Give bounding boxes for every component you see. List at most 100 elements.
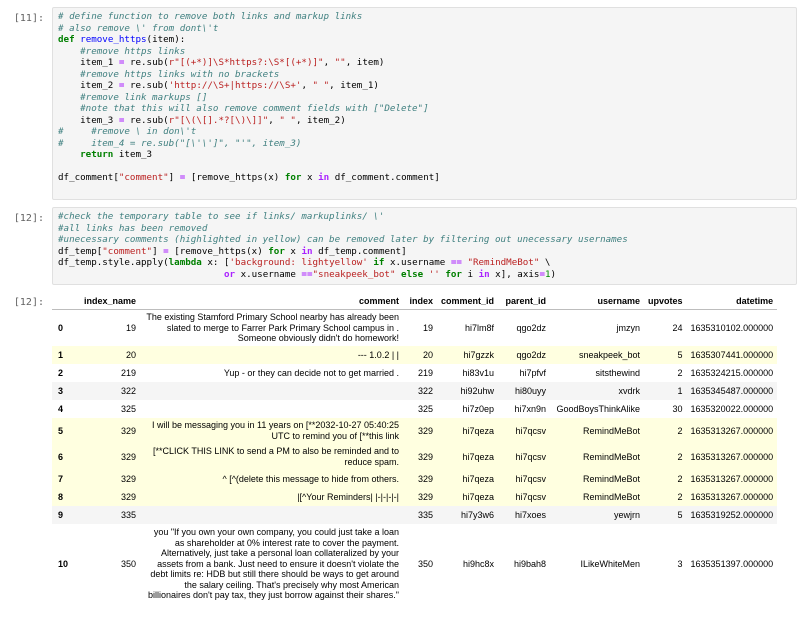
- code-line: # #remove \ in don\'t: [58, 126, 197, 137]
- cell-parent-id: hi7qcsv: [498, 418, 551, 444]
- cell-upvotes: 2: [644, 488, 687, 506]
- cell-parent-id: hi7xoes: [498, 506, 551, 524]
- column-header: index_name: [74, 293, 140, 310]
- row-index: 2: [58, 368, 64, 378]
- table-row: 7 329 ^ [^(delete this message to hide fro…: [52, 470, 778, 488]
- code-line: item_1 = re.sub(r"[(+*)]\S*https?:\S*[(+…: [58, 57, 385, 68]
- row-index: 1: [52, 346, 74, 364]
- cell-comment: I will be messaging you in 11 years on […: [140, 418, 403, 444]
- row-index: 7: [52, 470, 74, 488]
- cell-comment: |[^Your Reminders| |-|-|-|-|: [140, 488, 403, 506]
- cell-datetime: 1635319252.000000: [686, 506, 778, 524]
- cell-index: 20: [403, 346, 437, 364]
- cell-parent-id: hi7qcsv: [498, 470, 551, 488]
- cell-datetime: 1635307441.000000: [686, 346, 778, 364]
- cell-datetime: 1635313267.000000: [686, 444, 778, 470]
- column-header: comment_id: [437, 293, 499, 310]
- code-cell-11[interactable]: # define function to remove both links a…: [52, 7, 797, 200]
- cell-index: 329: [403, 418, 437, 444]
- cell-comment: [140, 382, 403, 400]
- cell-datetime: 1635351397.000000: [690, 559, 774, 569]
- cell-parent-id: hi7qcsv: [498, 488, 551, 506]
- cell-username: RemindMeBot: [550, 444, 645, 470]
- cell-prompt-11: [11]:: [13, 13, 44, 24]
- cell-index: 329: [403, 470, 437, 488]
- code-line: #unecessary comments (highlighted in yel…: [58, 234, 628, 245]
- cell-comment-id: hi7z0ep: [462, 404, 495, 414]
- cell-index-name: 329: [74, 470, 140, 488]
- code-line: #note that this will also remove comment…: [58, 103, 429, 114]
- cell-upvotes: 2: [644, 470, 687, 488]
- cell-upvotes: 1: [644, 382, 687, 400]
- code-line: #all links has been removed: [58, 222, 208, 234]
- cell-upvotes: 3: [677, 559, 683, 569]
- cell-index: 219: [417, 368, 433, 378]
- cell-prompt-12: [12]:: [13, 213, 44, 224]
- code-line: df_temp.style.apply(lambda x: ['backgrou…: [58, 257, 551, 268]
- cell-username: GoodBoysThinkAlike: [556, 404, 641, 414]
- cell-comment-id: hi83v1u: [462, 368, 495, 378]
- cell-parent-id: hi7qcsv: [498, 444, 551, 470]
- code-line: def remove_https(item):: [58, 34, 186, 45]
- cell-parent-id: hi7xn9n: [514, 404, 547, 414]
- code-line: df_comment["comment"] = [remove_https(x)…: [58, 172, 440, 183]
- row-index: 6: [52, 444, 74, 470]
- cell-index-name: 335: [74, 506, 140, 524]
- table-row: 8 329 |[^Your Reminders| |-|-|-|-| 329 hi7qe…: [52, 488, 778, 506]
- cell-username: RemindMeBot: [550, 418, 645, 444]
- cell-datetime: 1635345487.000000: [686, 382, 778, 400]
- cell-comment-id: hi7gzzk: [437, 346, 499, 364]
- cell-username: ILikeWhiteMen: [580, 559, 641, 569]
- row-index: 9: [52, 506, 74, 524]
- row-index: 8: [52, 488, 74, 506]
- cell-datetime: 1635324215.000000: [690, 368, 774, 378]
- code-line: return item_3: [80, 149, 153, 160]
- column-header: comment: [140, 293, 403, 310]
- cell-parent-id: hi80uyy: [498, 382, 551, 400]
- row-index: 0: [58, 323, 64, 333]
- code-line: item_3 = re.sub(r"[\(\[].*?[\)\]]", " ",…: [58, 114, 346, 126]
- cell-upvotes: 24: [672, 323, 683, 333]
- dataframe-output: index_name comment index comment_id pare…: [52, 293, 778, 604]
- table-header-row: index_name comment index comment_id pare…: [52, 293, 778, 310]
- column-header: parent_id: [498, 293, 551, 310]
- cell-comment: ^ [^(delete this message to hide from ot…: [140, 470, 403, 488]
- cell-comment: Yup - or they can decide not to get marr…: [223, 367, 399, 378]
- cell-parent-id: hi7pfvf: [519, 368, 547, 378]
- code-line: # define function to remove both links a…: [58, 11, 363, 22]
- column-header: [52, 293, 74, 310]
- cell-comment-id: hi7lm8f: [465, 323, 495, 333]
- code-cell-12[interactable]: #check the temporary table to see if lin…: [52, 207, 797, 285]
- cell-username: sneakpeek_bot: [550, 346, 645, 364]
- cell-datetime: 1635313267.000000: [686, 418, 778, 444]
- column-header: upvotes: [644, 293, 687, 310]
- cell-upvotes: 2: [677, 368, 683, 378]
- cell-datetime: 1635313267.000000: [686, 488, 778, 506]
- cell-username: sitsthewind: [595, 368, 641, 378]
- row-index: 3: [52, 382, 74, 400]
- table-row: 4 325 325 hi7z0ep hi7xn9n GoodBoysThinkAlike 3…: [52, 400, 777, 418]
- cell-upvotes: 2: [644, 444, 687, 470]
- code-line: # item_4 = re.sub("[\'\']", "'", item_3): [58, 137, 302, 149]
- cell-comment-id: hi7y3w6: [437, 506, 499, 524]
- code-line: or x.username =="sneakpeek_bot" else '' …: [223, 268, 557, 280]
- cell-username: jmzyn: [616, 323, 641, 333]
- cell-datetime: 1635320022.000000: [690, 404, 774, 414]
- code-line: #remove https links: [58, 45, 186, 57]
- row-index: 4: [58, 404, 64, 414]
- code-line: #remove https links with no brackets: [58, 68, 280, 80]
- cell-index-name: 19: [125, 323, 136, 333]
- cell-index-name: 329: [74, 418, 140, 444]
- code-line: item_2 = re.sub('http://\S+|https://\S+'…: [58, 80, 379, 91]
- cell-index: 19: [422, 323, 433, 333]
- cell-index: 350: [417, 559, 433, 569]
- cell-comment-id: hi7qeza: [437, 470, 499, 488]
- column-header: index: [403, 293, 437, 310]
- cell-index-name: 325: [120, 404, 136, 414]
- cell-username: RemindMeBot: [550, 488, 645, 506]
- cell-comment: --- 1.0.2 | |: [140, 346, 403, 364]
- table-row: 1 20 --- 1.0.2 | | 20 hi7gzzk qgo2dz sneakpeek…: [52, 346, 778, 364]
- cell-parent-id: qgo2dz: [516, 323, 547, 333]
- table-row: 5 329 I will be messaging you in 11 years …: [52, 418, 778, 444]
